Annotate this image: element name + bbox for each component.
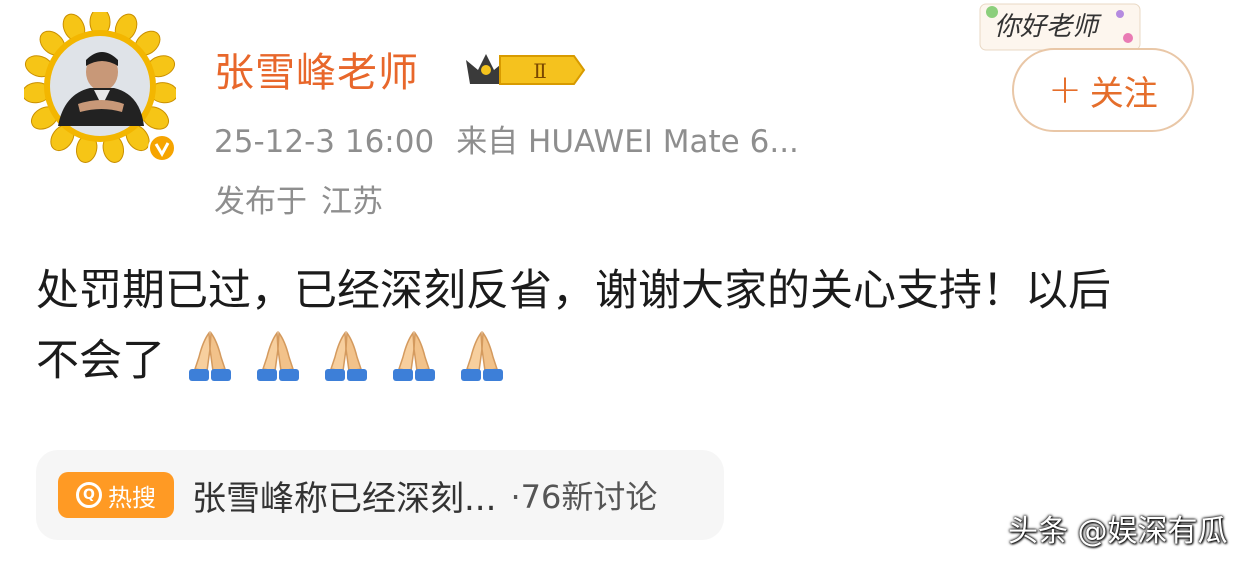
folded-hands-icon [257,330,299,381]
topic-discussion-count: ·76新讨论 [510,478,658,516]
location-prefix: 发布于 [214,184,307,220]
source-watermark: 头条 @娱深有瓜 [1008,514,1228,549]
location-name: 江苏 [321,184,383,220]
follow-button[interactable]: + 关注 [1012,48,1194,132]
folded-hands-icon [461,330,503,381]
post-location: 发布于 江苏 [214,176,383,221]
avatar[interactable] [21,7,179,164]
folded-hands-icon [189,330,231,381]
post-source: 来自 HUAWEI Mate 6... [456,124,799,160]
search-icon: Q [76,482,102,508]
crown-level-icon[interactable]: Ⅱ [462,48,586,92]
hot-topic-link[interactable]: Q 热搜 张雪峰称已经深刻... ·76新讨论 [36,450,724,540]
folded-hands-icon [393,330,435,381]
emoji-row [165,330,509,386]
follow-label: 关注 [1089,73,1158,114]
plus-icon: + [1048,67,1082,113]
sunflower-avatar-frame [21,7,179,163]
folded-hands-icon [325,330,367,381]
weibo-post-card: 张雪峰老师 Ⅱ 25-12-3 16:00 来自 HUAWEI Mate 6...… [0,0,1256,562]
hot-search-badge: Q 热搜 [58,472,174,518]
topic-title: 张雪峰称已经深刻... [192,478,497,519]
username[interactable]: 张雪峰老师 [214,40,419,98]
hot-search-label: 热搜 [108,483,156,512]
post-time: 25-12-3 16:00 [214,124,435,160]
sticker-text: 你好老师 [994,12,1099,42]
level-badge-text: Ⅱ [533,59,547,83]
post-meta: 25-12-3 16:00 来自 HUAWEI Mate 6... [214,116,799,161]
post-content: 处罚期已过，已经深刻反省，谢谢大家的关心支持！以后不会了 [36,256,1136,396]
